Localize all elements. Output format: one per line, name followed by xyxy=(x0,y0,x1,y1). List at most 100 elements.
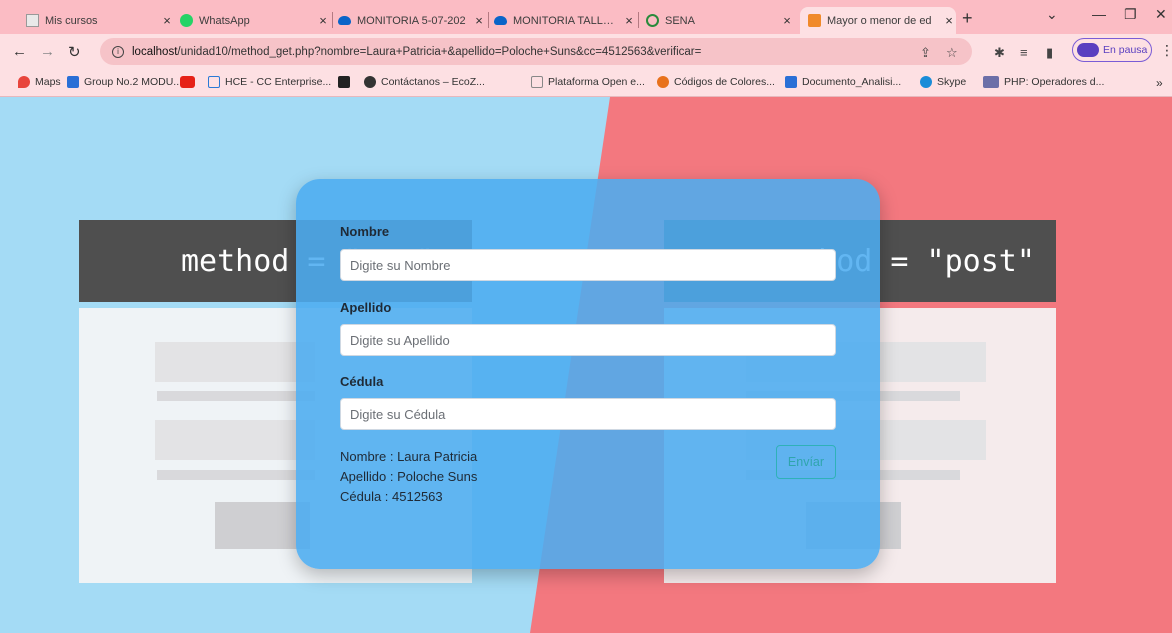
close-icon[interactable]: × xyxy=(160,13,174,28)
close-icon[interactable]: × xyxy=(942,13,956,28)
bookmark-colores[interactable]: Códigos de Colores... xyxy=(657,76,775,88)
cedula-label: Cédula xyxy=(340,374,384,389)
whatsapp-icon xyxy=(180,14,193,27)
close-window-icon[interactable]: ✕ xyxy=(1155,6,1167,23)
site-info-icon[interactable]: i xyxy=(112,45,124,58)
more-bookmarks-icon[interactable]: » xyxy=(1156,76,1163,90)
share-icon[interactable]: ⇪ xyxy=(920,45,931,61)
side-panel-icon[interactable]: ▮ xyxy=(1046,45,1053,61)
reading-list-icon[interactable]: ≡ xyxy=(1020,45,1028,60)
profile-status: En pausa xyxy=(1103,44,1148,56)
bookmark-hd[interactable] xyxy=(338,76,355,88)
result-apellido: Apellido : Poloche Suns xyxy=(340,469,478,484)
bookmarks-bar: Maps Group No.2 MODU... HCE - CC Enterpr… xyxy=(0,70,1172,97)
tab-sena[interactable]: SENA × xyxy=(646,7,794,34)
bookmark-star-icon[interactable]: ☆ xyxy=(946,45,958,61)
tab-mayor-menor[interactable]: Mayor o menor de ed × xyxy=(800,7,956,34)
close-icon[interactable]: × xyxy=(316,13,330,28)
bookmark-youtube[interactable] xyxy=(180,76,200,88)
bookmark-label: Maps xyxy=(35,76,61,88)
bookmark-label: Skype xyxy=(937,76,967,88)
bookmark-label: PHP: Operadores d... xyxy=(1004,76,1105,88)
profile-button[interactable]: En pausa xyxy=(1072,38,1152,62)
url-host: localhost xyxy=(132,45,178,58)
bookmark-label: Documento_Analisi... xyxy=(802,76,902,88)
bookmark-php[interactable]: PHP: Operadores d... xyxy=(983,76,1104,88)
apellido-input[interactable] xyxy=(340,324,836,356)
skype-icon xyxy=(920,76,932,88)
result-nombre: Nombre : Laura Patricia xyxy=(340,449,478,464)
bookmark-label: HCE - CC Enterprise... xyxy=(225,76,332,88)
tab-label: MONITORIA TALLER 1 xyxy=(513,14,616,27)
cedula-input[interactable] xyxy=(340,398,836,430)
browser-toolbar: ← → ↻ i localhost/unidad10/method_get.ph… xyxy=(0,34,1172,70)
new-tab-button[interactable]: + xyxy=(962,8,973,29)
youtube-icon xyxy=(180,76,195,88)
classroom-icon xyxy=(67,76,79,88)
reload-icon[interactable]: ↻ xyxy=(68,43,81,61)
tab-mis-cursos[interactable]: Mis cursos × xyxy=(26,7,174,34)
minimize-icon[interactable]: — xyxy=(1092,6,1106,22)
close-icon[interactable]: × xyxy=(472,13,486,28)
tab-label: MONITORIA 5-07-202 xyxy=(357,14,466,27)
placeholder-line xyxy=(157,470,315,480)
url-path: /unidad10/method_get.php?nombre=Laura+Pa… xyxy=(177,45,702,58)
tab-separator xyxy=(332,12,333,28)
onedrive-icon xyxy=(494,16,507,25)
close-icon[interactable]: × xyxy=(780,13,794,28)
address-bar[interactable]: i localhost/unidad10/method_get.php?nomb… xyxy=(100,38,972,65)
restore-icon[interactable]: ❐ xyxy=(1124,6,1137,23)
result-cedula: Cédula : 4512563 xyxy=(340,489,443,504)
bookmark-documento[interactable]: Documento_Analisi... xyxy=(785,76,901,88)
apellido-label: Apellido xyxy=(340,300,392,315)
tab-monitoria-1[interactable]: MONITORIA 5-07-202 × xyxy=(338,7,486,34)
hce-icon xyxy=(208,76,220,88)
placeholder-line xyxy=(157,391,315,401)
avatar xyxy=(1077,43,1099,57)
trash-icon xyxy=(531,76,543,88)
address-url: localhost/unidad10/method_get.php?nombre… xyxy=(132,46,701,58)
maps-icon xyxy=(18,76,30,88)
tab-separator xyxy=(638,12,639,28)
page-content: method = "get" method = "post" Nombre Ap… xyxy=(0,97,1172,633)
bookmark-label: Group No.2 MODU... xyxy=(84,76,183,88)
placeholder-block xyxy=(155,342,315,382)
bookmark-label: Códigos de Colores... xyxy=(674,76,775,88)
bookmark-group[interactable]: Group No.2 MODU... xyxy=(67,76,182,88)
docs-icon xyxy=(785,76,797,88)
back-icon[interactable]: ← xyxy=(12,43,27,60)
extensions-icon[interactable]: ✱ xyxy=(994,45,1005,61)
course-icon xyxy=(26,14,39,27)
menu-icon[interactable]: ⋮ xyxy=(1160,42,1172,59)
form-card: Nombre Apellido Cédula Nombre : Laura Pa… xyxy=(296,179,880,569)
bookmark-plataforma[interactable]: Plataforma Open e... xyxy=(531,76,645,88)
tab-label: Mayor o menor de ed xyxy=(827,14,932,27)
tab-separator xyxy=(488,12,489,28)
bookmark-label: Contáctanos – EcoZ... xyxy=(381,76,485,88)
nombre-input[interactable] xyxy=(340,249,836,281)
placeholder-block xyxy=(155,420,315,460)
sena-icon xyxy=(646,14,659,27)
tab-monitoria-2[interactable]: MONITORIA TALLER 1 × xyxy=(494,7,636,34)
tab-label: Mis cursos xyxy=(45,14,98,27)
color-codes-icon xyxy=(657,76,669,88)
php-icon xyxy=(983,76,999,88)
tab-label: SENA xyxy=(665,14,695,27)
forward-icon[interactable]: → xyxy=(40,43,55,60)
page-icon xyxy=(808,14,821,27)
tab-strip: Mis cursos × WhatsApp × MONITORIA 5-07-2… xyxy=(0,0,1172,34)
bookmark-skype[interactable]: Skype xyxy=(920,76,966,88)
bookmark-maps[interactable]: Maps xyxy=(18,76,61,88)
submit-button[interactable]: Envíar xyxy=(776,445,836,479)
ecoz-icon xyxy=(364,76,376,88)
bookmark-label: Plataforma Open e... xyxy=(548,76,645,88)
tab-label: WhatsApp xyxy=(199,14,250,27)
close-icon[interactable]: × xyxy=(622,13,636,28)
tab-search-icon[interactable]: ⌄ xyxy=(1046,6,1058,23)
bookmark-ecoz[interactable]: Contáctanos – EcoZ... xyxy=(364,76,485,88)
tab-whatsapp[interactable]: WhatsApp × xyxy=(180,7,330,34)
bookmark-hce[interactable]: HCE - CC Enterprise... xyxy=(208,76,331,88)
nombre-label: Nombre xyxy=(340,224,390,239)
hd-icon xyxy=(338,76,350,88)
onedrive-icon xyxy=(338,16,351,25)
